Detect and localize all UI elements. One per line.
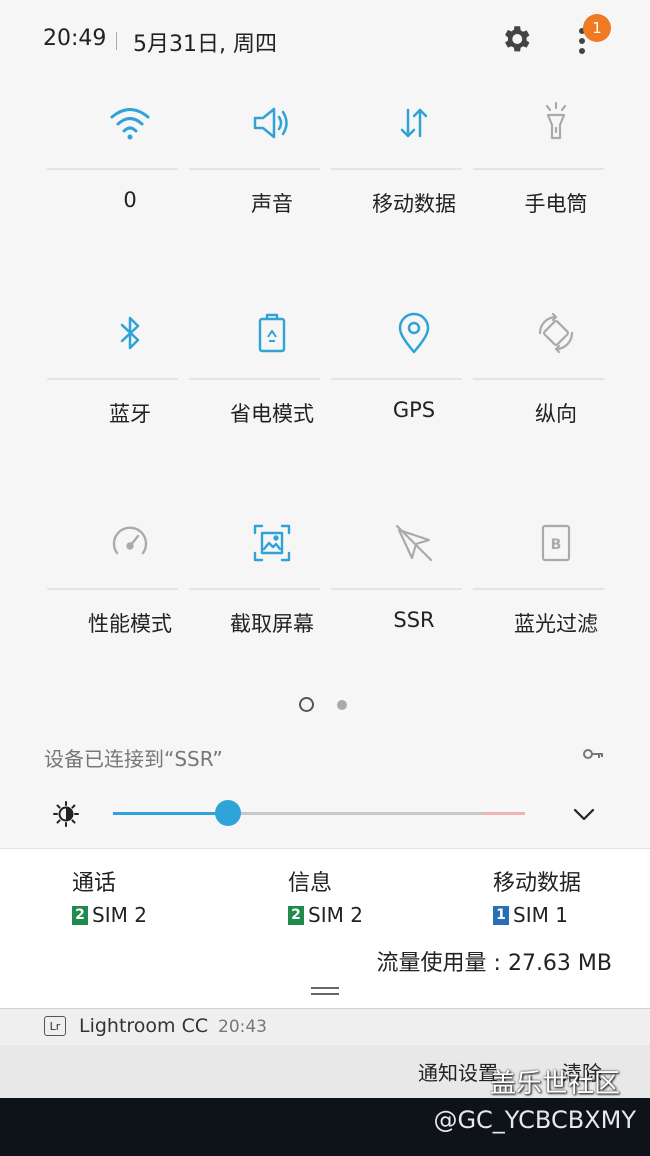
brightness-fill — [113, 812, 229, 815]
sim-slot-badge: 1 — [493, 905, 509, 925]
tile-label: 纵向 — [535, 402, 577, 426]
connection-status[interactable]: 设备已连接到“SSR” — [44, 743, 223, 772]
page-dot-current[interactable] — [299, 697, 314, 712]
brightness-high-zone — [483, 812, 525, 815]
tile-sound[interactable]: 声音 — [189, 80, 337, 280]
status-bar: 20:49 5月31日, 周四 1 — [0, 0, 650, 80]
brightness-thumb[interactable] — [215, 800, 242, 826]
key-icon — [583, 749, 603, 759]
tile-rotation[interactable]: 纵向 — [473, 290, 621, 490]
tile-ssr[interactable]: SSR — [331, 500, 479, 700]
sim-slot-badge: 2 — [288, 905, 304, 925]
sim-message-name: SIM 2 — [308, 903, 363, 927]
tile-divider — [47, 168, 178, 170]
flashlight-icon — [545, 101, 567, 140]
brightness-icon — [53, 801, 79, 827]
sim-data-title: 移动数据 — [493, 871, 582, 896]
tile-divider — [189, 378, 320, 380]
power-saving-icon — [258, 313, 286, 353]
tile-label: 蓝光过滤 — [514, 612, 598, 636]
tile-performance[interactable]: 性能模式 — [47, 500, 195, 700]
sim-slot-badge: 2 — [72, 905, 88, 925]
tile-divider — [473, 378, 604, 380]
clock: 20:49 — [43, 26, 107, 51]
gps-icon — [398, 312, 430, 354]
tile-divider — [47, 378, 178, 380]
date: 5月31日, 周四 — [133, 32, 277, 57]
tile-divider — [331, 378, 462, 380]
tile-divider — [473, 588, 604, 590]
notification-badge: 1 — [583, 14, 611, 42]
chevron-down-icon[interactable] — [572, 803, 596, 825]
tile-divider — [473, 168, 604, 170]
svg-text:B: B — [551, 537, 562, 553]
divider — [116, 32, 117, 50]
drag-handle[interactable] — [311, 987, 339, 995]
tile-divider — [47, 588, 178, 590]
tile-label: 手电筒 — [524, 192, 588, 216]
tile-mobile-data[interactable]: 移动数据 — [331, 80, 479, 280]
page-dot[interactable] — [337, 700, 347, 710]
page-indicator — [299, 697, 359, 713]
sound-icon — [253, 107, 288, 139]
tile-flashlight[interactable]: 手电筒 — [473, 80, 621, 280]
tile-bluetooth[interactable]: 蓝牙 — [47, 290, 195, 490]
tile-gps[interactable]: GPS — [331, 290, 479, 490]
screenshot-icon — [253, 524, 291, 562]
brightness-slider[interactable] — [113, 800, 525, 826]
notification-app-name: Lightroom CC — [79, 1015, 209, 1037]
blue-light-filter-icon: B — [541, 524, 571, 562]
tile-screenshot[interactable]: 截取屏幕 — [189, 500, 337, 700]
data-usage: 流量使用量 : 27.63 MB — [376, 951, 612, 976]
rotation-icon — [538, 312, 574, 354]
notification-settings-button[interactable]: 通知设置 — [418, 1057, 498, 1086]
sim-call-title: 通话 — [72, 871, 117, 896]
notification-time: 20:43 — [218, 1017, 267, 1037]
tile-wifi[interactable]: 0 — [47, 80, 195, 280]
gear-icon[interactable] — [499, 22, 533, 56]
sim-panel: 通话 2 SIM 2 信息 2 SIM 2 移动数据 1 SIM 1 流量使用量… — [0, 848, 650, 1009]
navigation-area: @GC_YCBCBXMY — [0, 1098, 650, 1156]
sim-data-name: SIM 1 — [513, 903, 568, 927]
sim-call[interactable]: 通话 2 SIM 2 — [72, 865, 147, 927]
mobile-data-icon — [400, 108, 428, 138]
bluetooth-icon — [120, 316, 140, 350]
tile-divider — [331, 588, 462, 590]
tile-power-saving[interactable]: 省电模式 — [189, 290, 337, 490]
tile-divider — [189, 588, 320, 590]
performance-icon — [112, 526, 148, 555]
watermark-site: 盖乐世社区 — [490, 1069, 621, 1099]
wifi-icon — [110, 108, 150, 140]
sim-data[interactable]: 移动数据 1 SIM 1 — [493, 865, 581, 927]
sim-message[interactable]: 信息 2 SIM 2 — [288, 865, 363, 927]
lightroom-icon: Lr — [44, 1016, 66, 1036]
ssr-icon — [395, 524, 433, 562]
tile-divider — [189, 168, 320, 170]
sim-message-title: 信息 — [288, 871, 333, 896]
sim-call-name: SIM 2 — [92, 903, 147, 927]
tile-blue-light-filter[interactable]: B 蓝光过滤 — [473, 500, 621, 700]
watermark-user: @GC_YCBCBXMY — [433, 1106, 636, 1134]
tile-divider — [331, 168, 462, 170]
notification-item[interactable]: Lr Lightroom CC 20:43 — [0, 1008, 650, 1046]
